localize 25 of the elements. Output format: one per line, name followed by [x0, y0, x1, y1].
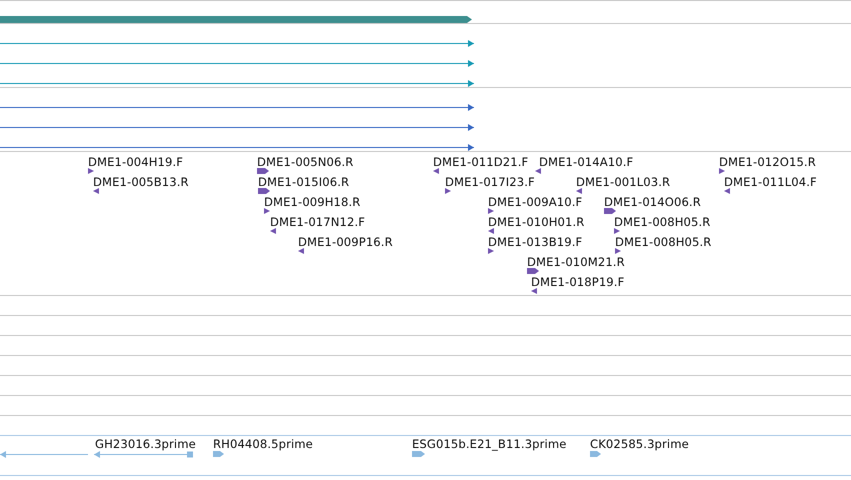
- feature-label: DME1-018P19.F: [531, 275, 624, 289]
- feature-label: DME1-014A10.F: [539, 155, 634, 169]
- feature-label: DME1-014O06.R: [604, 195, 701, 209]
- feature-label: DME1-009A10.F: [488, 195, 582, 209]
- feature-label: RH04408.5prime: [213, 437, 313, 451]
- feature-label: DME1-005B13.R: [93, 175, 189, 189]
- feature-label: CK02585.3prime: [590, 437, 689, 451]
- feature-label: DME1-009H18.R: [264, 195, 360, 209]
- feature-label: DME1-005N06.R: [257, 155, 354, 169]
- feature-label: DME1-015I06.R: [258, 175, 350, 189]
- feature-label: DME1-012O15.R: [719, 155, 816, 169]
- feature-label: GH23016.3prime: [95, 437, 196, 451]
- feature-label: DME1-001L03.R: [576, 175, 670, 189]
- feature-label: ESG015b.E21_B11.3prime: [412, 437, 566, 451]
- feature-label: DME1-011L04.F: [724, 175, 817, 189]
- feature-label: DME1-017N12.F: [270, 215, 366, 229]
- feature-label: DME1-008H05.R: [615, 235, 712, 249]
- feature-label: DME1-010M21.R: [527, 255, 625, 269]
- feature-label: DME1-010H01.R: [488, 215, 584, 229]
- feature-label: DME1-017I23.F: [445, 175, 535, 189]
- feature-label: DME1-004H19.F: [88, 155, 184, 169]
- feature-label: DME1-011D21.F: [433, 155, 528, 169]
- feature-label: DME1-013B19.F: [488, 235, 582, 249]
- feature-label: DME1-009P16.R: [298, 235, 393, 249]
- feature-label: DME1-008H05.R: [614, 215, 710, 229]
